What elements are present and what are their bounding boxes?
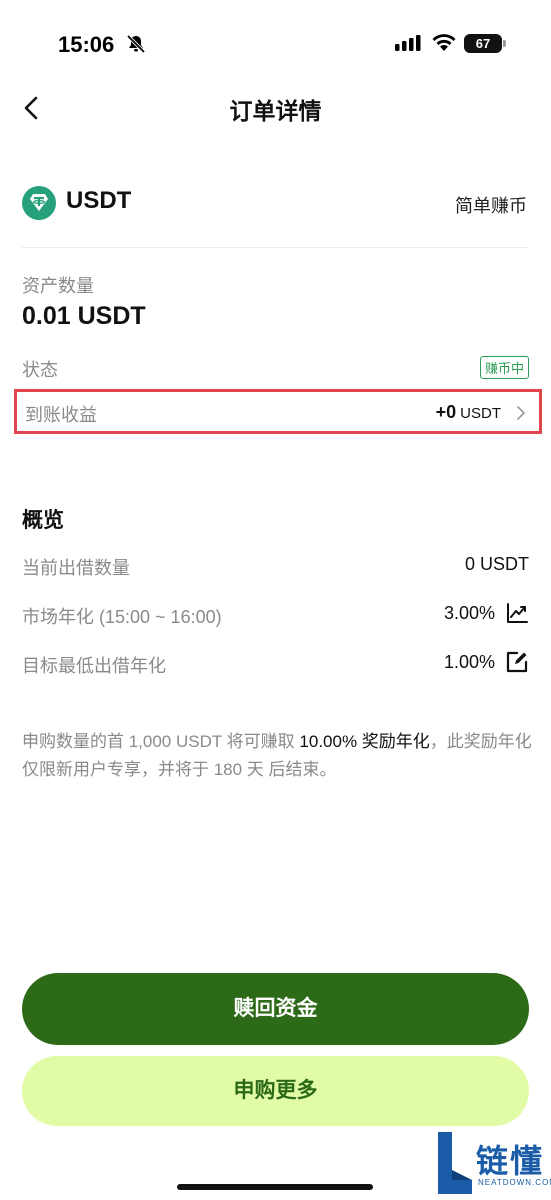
promo-note-text: 申购数量的首 1,000 USDT 将可赚取 xyxy=(22,732,300,751)
overview-label: 当前出借数量 xyxy=(22,558,130,578)
chevron-right-icon xyxy=(517,406,525,420)
overview-label: 目标最低出借年化 xyxy=(22,656,166,676)
earnings-row[interactable]: 到账收益 +0 USDT xyxy=(14,389,542,434)
subscribe-more-button[interactable]: 申购更多 xyxy=(22,1056,529,1126)
overview-row-market-apr: 市场年化 (15:00 ~ 16:00) 3.00% xyxy=(22,603,529,633)
status-label: 状态 xyxy=(22,360,58,380)
bell-muted-icon xyxy=(126,34,146,54)
earnings-label: 到账收益 xyxy=(25,405,97,425)
promo-note: 申购数量的首 1,000 USDT 将可赚取 10.00% 奖励年化，此奖励年化… xyxy=(22,728,532,784)
product-name: 简单赚币 xyxy=(455,196,527,216)
redeem-button[interactable]: 赎回资金 xyxy=(22,973,529,1045)
earnings-value: +0 xyxy=(435,402,457,422)
overview-value: 1.00% xyxy=(443,652,495,672)
promo-note-highlight: 10.00% 奖励年化 xyxy=(299,732,430,751)
earnings-amount: +0 USDT xyxy=(436,402,501,423)
overview-title: 概览 xyxy=(22,509,64,532)
divider xyxy=(22,247,529,248)
quantity-label: 资产数量 xyxy=(22,276,94,296)
edit-icon[interactable] xyxy=(505,650,529,674)
overview-row-target-min-apr: 目标最低出借年化 1.00% xyxy=(22,650,529,682)
status-bar: 15:06 67 xyxy=(0,0,551,90)
signal-icon xyxy=(395,35,421,51)
trend-chart-icon[interactable] xyxy=(505,601,529,625)
battery-indicator: 67 xyxy=(464,34,506,53)
tether-icon xyxy=(22,186,56,220)
home-indicator[interactable] xyxy=(177,1184,373,1190)
watermark-text: 链懂 xyxy=(476,1143,545,1179)
overview-value: 3.00% xyxy=(443,603,495,623)
watermark-logo-icon xyxy=(438,1132,472,1194)
overview-value: 0 USDT xyxy=(464,554,529,574)
earnings-unit: USDT xyxy=(460,405,501,422)
status-time: 15:06 xyxy=(58,32,115,57)
overview-row-lent-amount: 当前出借数量 0 USDT xyxy=(22,554,529,584)
asset-symbol: USDT xyxy=(66,187,132,214)
page-title: 订单详情 xyxy=(229,98,322,124)
watermark: 链懂 NEATDOWN.COM xyxy=(436,1130,551,1196)
status-badge: 赚币中 xyxy=(479,356,529,379)
watermark-subtext: NEATDOWN.COM xyxy=(478,1178,551,1187)
overview-label: 市场年化 (15:00 ~ 16:00) xyxy=(22,607,222,627)
wifi-icon xyxy=(432,34,456,51)
quantity-value: 0.01 USDT xyxy=(22,302,146,330)
